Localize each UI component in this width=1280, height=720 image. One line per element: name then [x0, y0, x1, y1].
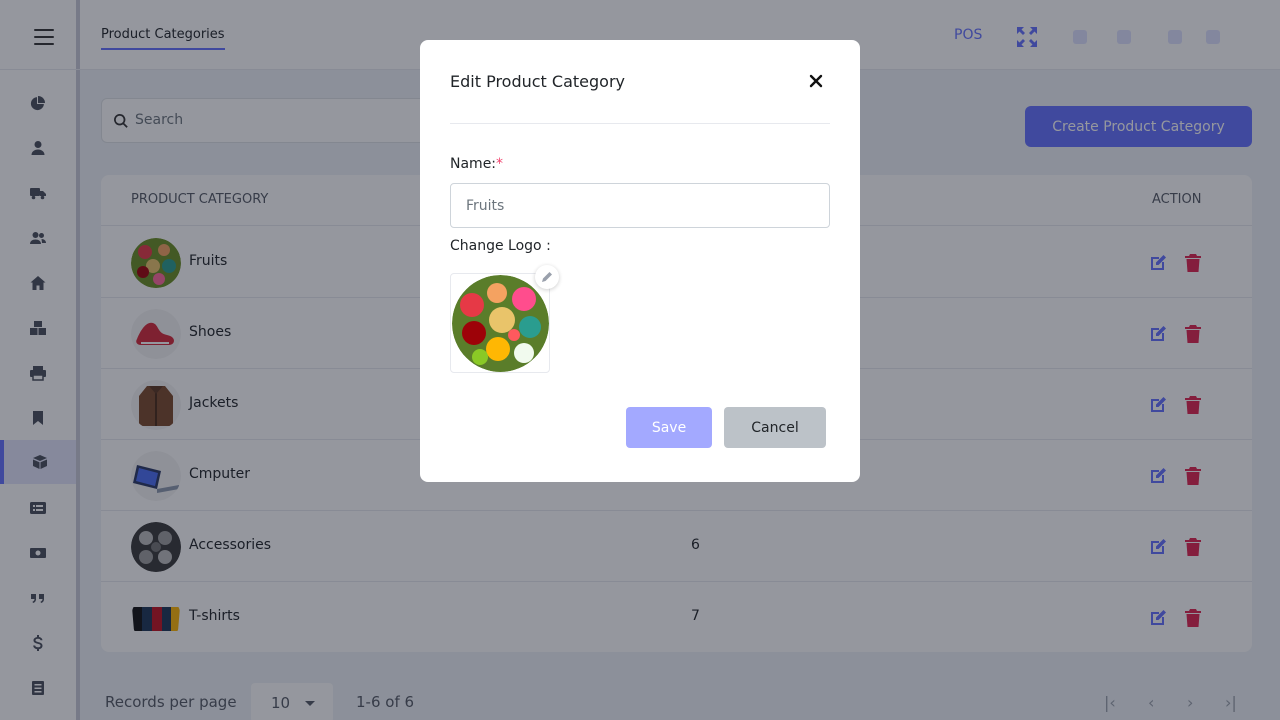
- modal-divider: [450, 123, 830, 124]
- name-field[interactable]: [450, 183, 830, 228]
- name-label-text: Name:: [450, 156, 497, 172]
- logo-preview: [450, 273, 550, 373]
- logo-image: [452, 275, 549, 372]
- edit-logo-pencil-icon[interactable]: [535, 265, 559, 289]
- name-label: Name:*: [450, 156, 503, 172]
- save-button[interactable]: Save: [626, 407, 712, 448]
- modal-title: Edit Product Category: [450, 72, 625, 91]
- cancel-button[interactable]: Cancel: [724, 407, 826, 448]
- close-icon[interactable]: [809, 74, 823, 88]
- change-logo-label: Change Logo :: [450, 238, 551, 254]
- required-mark: *: [496, 156, 504, 172]
- edit-category-modal: Edit Product Category Name:* Change Logo…: [420, 40, 860, 482]
